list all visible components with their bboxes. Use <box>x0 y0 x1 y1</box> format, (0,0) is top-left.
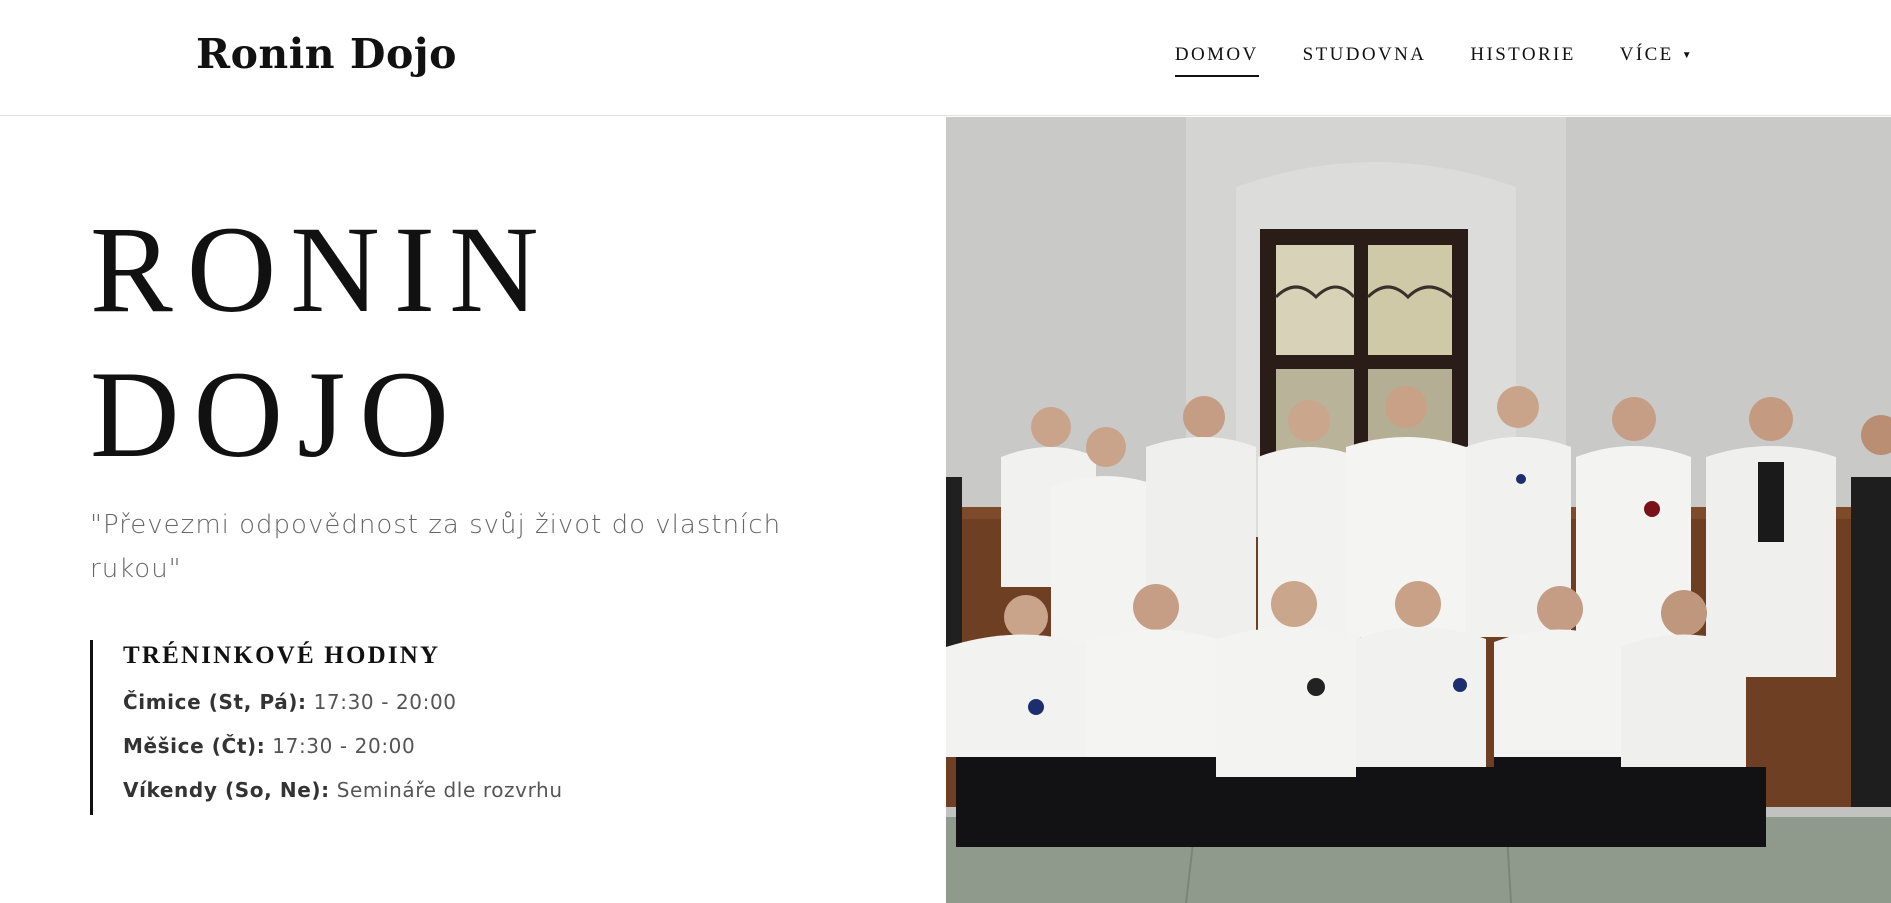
training-hours-block: TRÉNINKOVÉ HODINY Čimice (St, Pá): 17:30… <box>90 640 790 815</box>
hours-row-vikendy: Víkendy (So, Ne): Semináře dle rozvrhu <box>123 778 790 802</box>
hero-title: RONIN DOJO <box>90 197 553 487</box>
hero-section: RONIN DOJO "Převezmi odpovědnost za svůj… <box>0 117 946 903</box>
hours-row-value: 17:30 - 20:00 <box>272 734 416 758</box>
brand-logo[interactable]: Ronin Dojo <box>196 30 457 78</box>
hours-row-label: Měšice (Čt): <box>123 734 266 758</box>
nav-item-label: STUDOVNA <box>1302 44 1427 65</box>
nav-item-label: HISTORIE <box>1470 44 1576 65</box>
nav-item-vice-dropdown[interactable]: VÍCE ▼ <box>1620 44 1694 76</box>
site-header: Ronin Dojo DOMOV STUDOVNA HISTORIE VÍCE … <box>0 0 1891 116</box>
hours-row-label: Víkendy (So, Ne): <box>123 778 330 802</box>
hours-row-label: Čimice (St, Pá): <box>123 690 307 714</box>
hero-quote: "Převezmi odpovědnost za svůj život do v… <box>90 510 782 584</box>
main-nav: DOMOV STUDOVNA HISTORIE VÍCE ▼ <box>1174 44 1694 77</box>
hours-row-value: 17:30 - 20:00 <box>313 690 457 714</box>
nav-item-domov[interactable]: DOMOV <box>1174 44 1259 77</box>
nav-item-studovna[interactable]: STUDOVNA <box>1303 44 1427 76</box>
hours-row-value: Semináře dle rozvrhu <box>336 778 563 802</box>
group-photo-illustration <box>946 117 1891 903</box>
nav-item-label: DOMOV <box>1174 44 1259 65</box>
hero-title-line: DOJO <box>90 346 463 483</box>
hours-row-cimice: Čimice (St, Pá): 17:30 - 20:00 <box>123 690 790 714</box>
hours-row-mesice: Měšice (Čt): 17:30 - 20:00 <box>123 734 790 758</box>
training-hours-heading: TRÉNINKOVÉ HODINY <box>123 642 441 669</box>
hero-title-line: RONIN <box>90 201 553 338</box>
dojo-group-photo <box>946 117 1891 903</box>
nav-item-label: VÍCE <box>1619 44 1674 65</box>
nav-item-historie[interactable]: HISTORIE <box>1470 44 1575 76</box>
caret-down-icon: ▼ <box>1681 50 1694 61</box>
